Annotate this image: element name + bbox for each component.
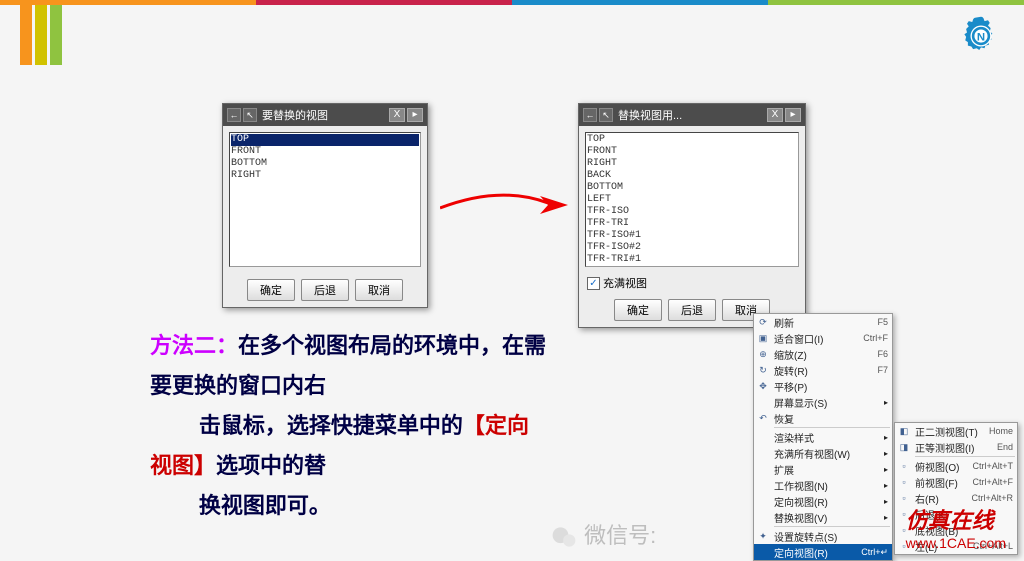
pan-icon: ✥ [756, 381, 770, 392]
menu-item-fill-views[interactable]: 充满所有视图(W)▸ [754, 445, 892, 461]
fill-view-checkbox-row[interactable]: ✓ 充满视图 [579, 273, 805, 293]
menu-separator [774, 427, 890, 428]
bracket-open: 【 [463, 413, 485, 438]
list-item[interactable]: FRONT [587, 146, 797, 158]
back-button[interactable]: 后退 [668, 299, 716, 321]
list-item[interactable]: TFR-ISO [587, 206, 797, 218]
menu-item-render-style[interactable]: 渲染样式▸ [754, 429, 892, 445]
list-item[interactable]: BACK [587, 170, 797, 182]
menu-item-replace-view[interactable]: 替换视图(V)▸ [754, 509, 892, 525]
menu-item-restore[interactable]: ↶恢复 [754, 410, 892, 426]
checkbox-icon[interactable]: ✓ [587, 277, 600, 290]
list-item[interactable]: TFR-ISO#2 [587, 242, 797, 254]
bracket-close: 】 [194, 453, 216, 478]
top-icon: ▫ [897, 461, 911, 471]
method-label: 方法二： [150, 333, 238, 358]
cancel-button[interactable]: 取消 [355, 279, 403, 301]
list-item[interactable]: BOTTOM [231, 158, 419, 170]
menu-separator [915, 456, 1015, 457]
instruction-line2: 要更换的窗口内右 [150, 373, 326, 398]
dialog2-listbox[interactable]: TOP FRONT RIGHT BACK BOTTOM LEFT TFR-ISO… [585, 132, 799, 267]
point-icon: ✦ [756, 531, 770, 542]
instruction-line3: 击鼠标，选择快捷菜单中的 [199, 413, 463, 438]
dialog2-title: 替换视图用... [615, 107, 765, 123]
right-icon: ▫ [897, 493, 911, 503]
menu-item-dimetric[interactable]: ◧正二测视图(T)Home [895, 423, 1017, 439]
list-item[interactable]: RIGHT [587, 158, 797, 170]
back-icon[interactable]: ← [227, 108, 241, 122]
menu-item-zoom[interactable]: ⊕缩放(Z)F6 [754, 346, 892, 362]
dialog1-buttons: 确定 后退 取消 [223, 273, 427, 307]
view-keyword: 视图 [150, 453, 194, 478]
menu-item-set-rotation-point[interactable]: ✦设置旋转点(S) [754, 528, 892, 544]
dialog2-titlebar[interactable]: ← ↖ 替换视图用... X ▸ [579, 104, 805, 126]
top-color-bar [0, 0, 1024, 5]
menu-item-screen-display[interactable]: 屏幕显示(S)▸ [754, 394, 892, 410]
list-item[interactable]: TOP [587, 134, 797, 146]
menu-item-front-view[interactable]: ▫前视图(F)Ctrl+Alt+F [895, 474, 1017, 490]
dialog1-titlebar[interactable]: ← ↖ 要替换的视图 X ▸ [223, 104, 427, 126]
wechat-icon [550, 523, 578, 551]
menu-item-isometric[interactable]: ◨正等测视图(I)End [895, 439, 1017, 455]
ok-button[interactable]: 确定 [247, 279, 295, 301]
refresh-icon: ⟳ [756, 317, 770, 328]
zoom-icon: ⊕ [756, 349, 770, 360]
pointer-icon[interactable]: ↖ [243, 108, 257, 122]
brand-footer: 仿真在线 www.1CAE.com [906, 503, 1006, 551]
rotate-icon: ↻ [756, 365, 770, 376]
instruction-line1: 在多个视图布局的环境中，在需 [238, 333, 546, 358]
svg-text:N: N [977, 31, 985, 43]
dialog1-listbox[interactable]: TOP FRONT BOTTOM RIGHT [229, 132, 421, 267]
instruction-line5: 换视图即可。 [199, 493, 331, 518]
list-item[interactable]: FRONT [231, 146, 419, 158]
menu-item-expand[interactable]: 扩展▸ [754, 461, 892, 477]
menu-item-pan[interactable]: ✥平移(P) [754, 378, 892, 394]
menu-item-orient-selected[interactable]: 定向视图(R)Ctrl+↵ [754, 544, 892, 560]
brand-name: 仿真在线 [906, 508, 994, 533]
list-item[interactable]: LEFT [587, 194, 797, 206]
list-item[interactable]: RIGHT [231, 170, 419, 182]
menu-item-refresh[interactable]: ⟳刷新F5 [754, 314, 892, 330]
gear-logo-icon: N [960, 15, 1002, 57]
replace-view-with-dialog: ← ↖ 替换视图用... X ▸ TOP FRONT RIGHT BACK BO… [578, 103, 806, 328]
back-icon[interactable]: ← [583, 108, 597, 122]
wechat-label: 微信号: [584, 523, 656, 548]
cube-icon: ◨ [897, 442, 911, 453]
replace-view-dialog: ← ↖ 要替换的视图 X ▸ TOP FRONT BOTTOM RIGHT 确定… [222, 103, 428, 308]
cube-icon: ◧ [897, 426, 911, 437]
back-button[interactable]: 后退 [301, 279, 349, 301]
instruction-line4: 选项中的替 [216, 453, 326, 478]
menu-separator [774, 526, 890, 527]
close-icon[interactable]: X [767, 108, 783, 122]
close-icon[interactable]: X [389, 108, 405, 122]
menu-item-work-view[interactable]: 工作视图(N)▸ [754, 477, 892, 493]
dialog1-title: 要替换的视图 [259, 107, 387, 123]
menu-item-rotate[interactable]: ↻旋转(R)F7 [754, 362, 892, 378]
context-menu: ⟳刷新F5 ▣适合窗口(I)Ctrl+F ⊕缩放(Z)F6 ↻旋转(R)F7 ✥… [753, 313, 893, 561]
list-item[interactable]: TOP [231, 134, 419, 146]
arrow-icon [440, 190, 570, 220]
domain-text: www.1CAE.com [906, 535, 1006, 551]
list-item[interactable]: BOTTOM [587, 182, 797, 194]
ok-button[interactable]: 确定 [614, 299, 662, 321]
orient-keyword: 定向 [485, 413, 529, 438]
front-icon: ▫ [897, 477, 911, 487]
pin-icon[interactable]: ▸ [407, 108, 423, 122]
wechat-watermark: 微信号: [550, 518, 656, 551]
menu-item-orient-view[interactable]: 定向视图(R)▸ [754, 493, 892, 509]
menu-item-fit-window[interactable]: ▣适合窗口(I)Ctrl+F [754, 330, 892, 346]
list-item[interactable]: TFR-TRI [587, 218, 797, 230]
vertical-stripes [20, 5, 62, 65]
checkbox-label: 充满视图 [603, 275, 647, 291]
fit-icon: ▣ [756, 333, 770, 344]
list-item[interactable]: TFR-ISO#1 [587, 230, 797, 242]
restore-icon: ↶ [756, 413, 770, 424]
list-item[interactable]: TFR-TRI#1 [587, 254, 797, 266]
instruction-text: 方法二：在多个视图布局的环境中，在需 要更换的窗口内右 击鼠标，选择快捷菜单中的… [150, 326, 720, 526]
pin-icon[interactable]: ▸ [785, 108, 801, 122]
menu-item-top-view[interactable]: ▫俯视图(O)Ctrl+Alt+T [895, 458, 1017, 474]
pointer-icon[interactable]: ↖ [599, 108, 613, 122]
